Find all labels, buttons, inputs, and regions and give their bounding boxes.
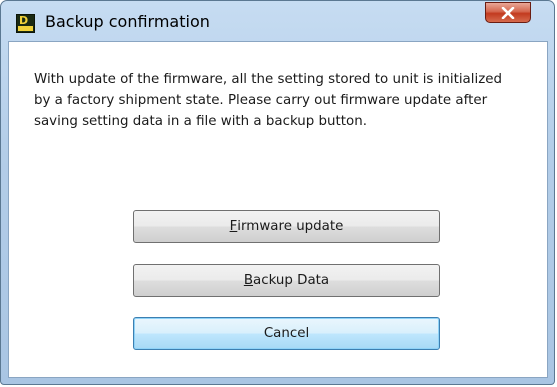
confirmation-message: With update of the firmware, all the set… xyxy=(34,72,502,129)
firmware-update-mnemonic: F xyxy=(229,219,238,234)
app-logo-icon: D xyxy=(16,14,35,33)
backup-data-mnemonic: B xyxy=(243,273,254,288)
dialog-window: D Backup confirmation With update of the… xyxy=(0,0,555,385)
dialog-content: With update of the firmware, all the set… xyxy=(8,41,548,378)
title-bar[interactable]: D Backup confirmation xyxy=(1,1,554,41)
firmware-update-button[interactable]: Firmware update xyxy=(133,210,440,243)
firmware-update-label: irmware update xyxy=(237,219,344,234)
close-icon xyxy=(501,6,515,19)
cancel-label: Cancel xyxy=(263,326,310,341)
cancel-button[interactable]: Cancel xyxy=(133,317,440,350)
close-button[interactable] xyxy=(485,2,531,23)
backup-data-button[interactable]: Backup Data xyxy=(133,264,440,297)
backup-data-label: ackup Data xyxy=(253,273,330,288)
window-title: Backup confirmation xyxy=(45,12,210,31)
